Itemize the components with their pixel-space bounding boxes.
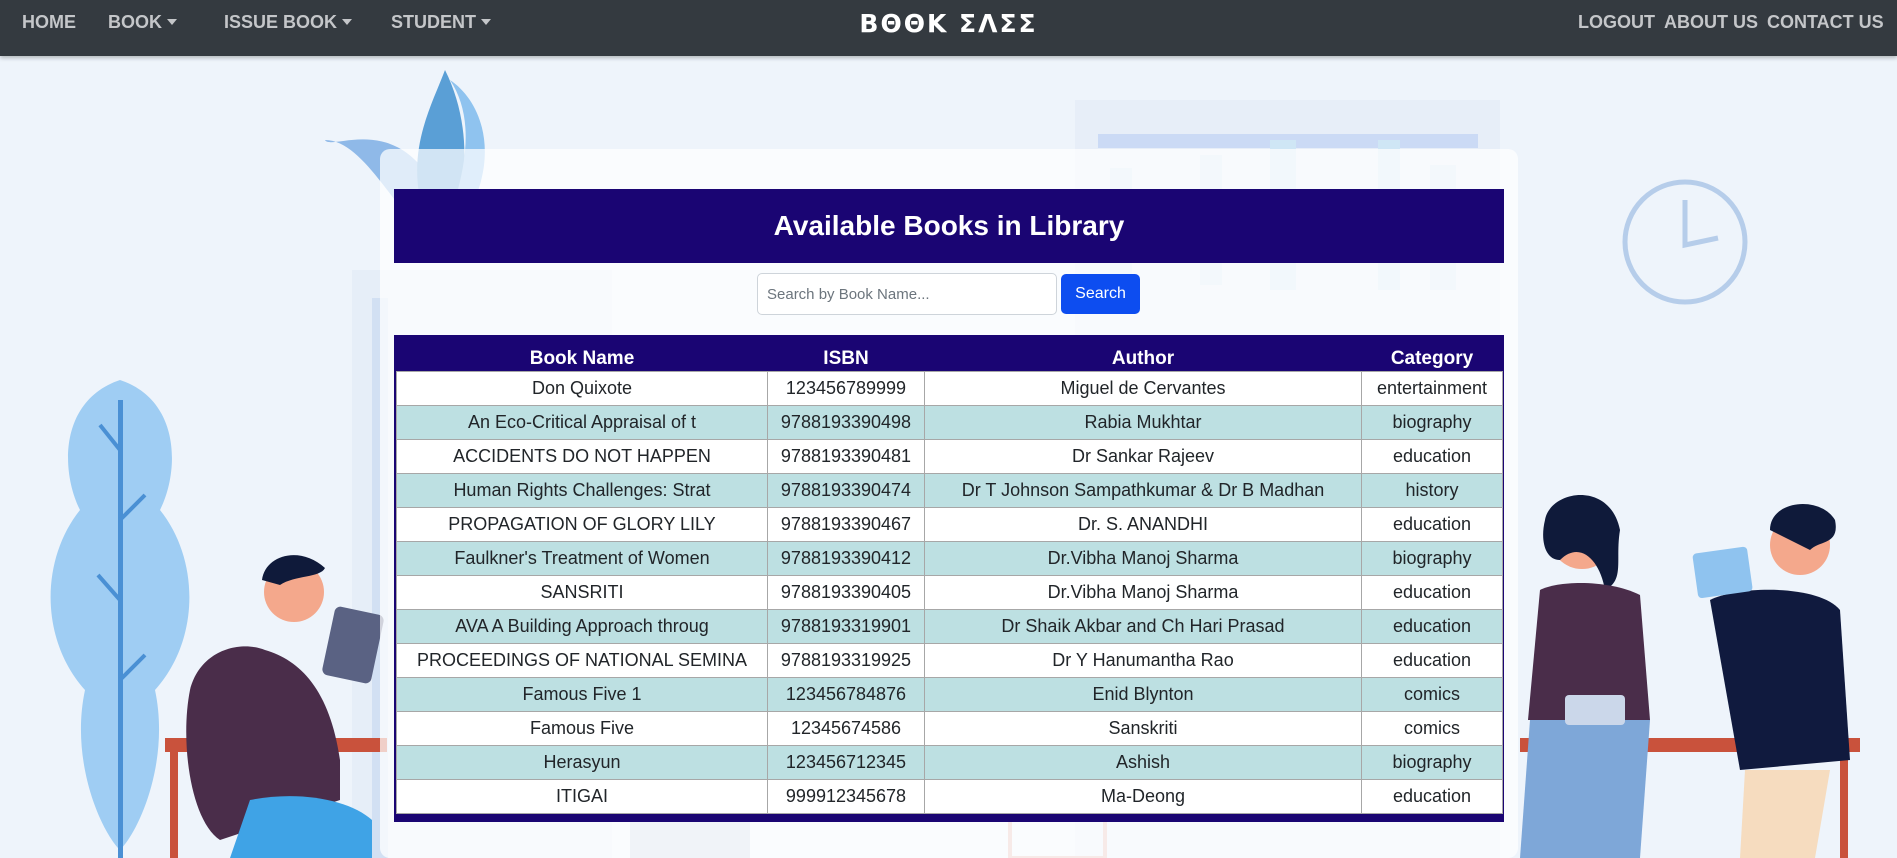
- nav-student-dropdown[interactable]: STUDENT: [391, 0, 491, 45]
- header-isbn: ISBN: [767, 335, 925, 371]
- cell-author: Dr T Johnson Sampathkumar & Dr B Madhan: [924, 472, 1362, 508]
- cell-category: education: [1361, 778, 1503, 814]
- cell-category: education: [1361, 608, 1503, 644]
- table-row: ITIGAI 999912345678 Ma-Deong education: [396, 778, 1503, 814]
- cell-isbn: 123456784876: [767, 676, 925, 712]
- page-title: Available Books in Library: [394, 189, 1504, 263]
- table-row: Human Rights Challenges: Strat 9788193390…: [396, 472, 1503, 508]
- cell-isbn: 123456789999: [767, 370, 925, 406]
- nav-student-label: STUDENT: [391, 12, 476, 32]
- nav-home[interactable]: HOME: [22, 0, 76, 45]
- cell-author: Dr. S. ANANDHI: [924, 506, 1362, 542]
- cell-author: Rabia Mukhtar: [924, 404, 1362, 440]
- cell-book-name: Famous Five: [396, 710, 768, 746]
- cell-book-name: Herasyun: [396, 744, 768, 780]
- cell-book-name: PROCEEDINGS OF NATIONAL SEMINA: [396, 642, 768, 678]
- cell-isbn: 9788193390412: [767, 540, 925, 576]
- cell-author: Miguel de Cervantes: [924, 370, 1362, 406]
- table-row: SANSRITI 9788193390405 Dr.Vibha Manoj Shar…: [396, 574, 1503, 610]
- cell-category: comics: [1361, 676, 1503, 712]
- cell-category: education: [1361, 506, 1503, 542]
- chevron-down-icon: [167, 19, 177, 25]
- cell-category: biography: [1361, 744, 1503, 780]
- cell-author: Ashish: [924, 744, 1362, 780]
- chevron-down-icon: [481, 19, 491, 25]
- chevron-down-icon: [342, 19, 353, 25]
- table-row: ACCIDENTS DO NOT HAPPEN 9788193390481 Dr S…: [396, 438, 1503, 474]
- books-table: Book Name ISBN Author Category Don Quixo…: [396, 335, 1503, 814]
- cell-author: Dr Y Hanumantha Rao: [924, 642, 1362, 678]
- cell-isbn: 12345674586: [767, 710, 925, 746]
- cell-isbn: 9788193390474: [767, 472, 925, 508]
- cell-isbn: 123456712345: [767, 744, 925, 780]
- cell-author: Ma-Deong: [924, 778, 1362, 814]
- books-table-container: Book Name ISBN Author Category Don Quixo…: [394, 335, 1504, 822]
- cell-author: Dr Shaik Akbar and Ch Hari Prasad: [924, 608, 1362, 644]
- brand-logo[interactable]: ΒΘΘΚ ΣΛΣΣ: [859, 9, 1037, 38]
- table-header-row: Book Name ISBN Author Category: [396, 335, 1503, 371]
- cell-book-name: Famous Five 1: [396, 676, 768, 712]
- cell-category: education: [1361, 438, 1503, 474]
- table-row: AVA A Building Approach throug 9788193319…: [396, 608, 1503, 644]
- cell-book-name: ACCIDENTS DO NOT HAPPEN: [396, 438, 768, 474]
- cell-book-name: ITIGAI: [396, 778, 768, 814]
- table-row: Famous Five 1 123456784876 Enid Blynton com…: [396, 676, 1503, 712]
- cell-book-name: PROPAGATION OF GLORY LILY: [396, 506, 768, 542]
- cell-category: biography: [1361, 540, 1503, 576]
- nav-contact-us[interactable]: CONTACT US: [1767, 0, 1884, 45]
- cell-isbn: 9788193390481: [767, 438, 925, 474]
- cell-isbn: 9788193390405: [767, 574, 925, 610]
- cell-isbn: 9788193319901: [767, 608, 925, 644]
- table-row: Famous Five 12345674586 Sanskriti comics: [396, 710, 1503, 746]
- table-row: PROPAGATION OF GLORY LILY 9788193390467 Dr…: [396, 506, 1503, 542]
- nav-about-us[interactable]: ABOUT US: [1664, 0, 1758, 45]
- cell-category: education: [1361, 574, 1503, 610]
- nav-book-label: BOOK: [108, 12, 162, 32]
- table-row: Herasyun 123456712345 Ashish biography: [396, 744, 1503, 780]
- nav-issue-book-label: ISSUE BOOK: [224, 12, 338, 32]
- cell-book-name: Human Rights Challenges: Strat: [396, 472, 768, 508]
- cell-book-name: Faulkner's Treatment of Women: [396, 540, 768, 576]
- cell-isbn: 9788193390467: [767, 506, 925, 542]
- top-navbar: HOME BOOK ISSUE BOOK STUDENT ΒΘΘΚ ΣΛΣΣ L…: [0, 0, 1897, 56]
- table-row: Faulkner's Treatment of Women 97881933904…: [396, 540, 1503, 576]
- header-author: Author: [924, 335, 1362, 371]
- cell-category: comics: [1361, 710, 1503, 746]
- cell-book-name: SANSRITI: [396, 574, 768, 610]
- header-category: Category: [1361, 335, 1503, 371]
- cell-author: Dr Sankar Rajeev: [924, 438, 1362, 474]
- cell-author: Enid Blynton: [924, 676, 1362, 712]
- cell-book-name: Don Quixote: [396, 370, 768, 406]
- cell-book-name: An Eco-Critical Appraisal of t: [396, 404, 768, 440]
- search-button[interactable]: Search: [1061, 274, 1140, 314]
- nav-book-dropdown[interactable]: BOOK: [108, 0, 177, 45]
- cell-category: education: [1361, 642, 1503, 678]
- table-row: An Eco-Critical Appraisal of t 9788193390…: [396, 404, 1503, 440]
- cell-category: biography: [1361, 404, 1503, 440]
- cell-category: history: [1361, 472, 1503, 508]
- cell-isbn: 9788193390498: [767, 404, 925, 440]
- cell-book-name: AVA A Building Approach throug: [396, 608, 768, 644]
- table-row: Don Quixote 123456789999 Miguel de Cervant…: [396, 370, 1503, 406]
- cell-author: Sanskriti: [924, 710, 1362, 746]
- nav-issue-book-dropdown[interactable]: ISSUE BOOK: [224, 0, 353, 45]
- cell-isbn: 999912345678: [767, 778, 925, 814]
- search-input[interactable]: [757, 273, 1057, 315]
- cell-category: entertainment: [1361, 370, 1503, 406]
- cell-isbn: 9788193319925: [767, 642, 925, 678]
- cell-author: Dr.Vibha Manoj Sharma: [924, 540, 1362, 576]
- nav-logout[interactable]: LOGOUT: [1578, 0, 1655, 45]
- table-row: PROCEEDINGS OF NATIONAL SEMINA 9788193319…: [396, 642, 1503, 678]
- cell-author: Dr.Vibha Manoj Sharma: [924, 574, 1362, 610]
- header-book-name: Book Name: [396, 335, 768, 371]
